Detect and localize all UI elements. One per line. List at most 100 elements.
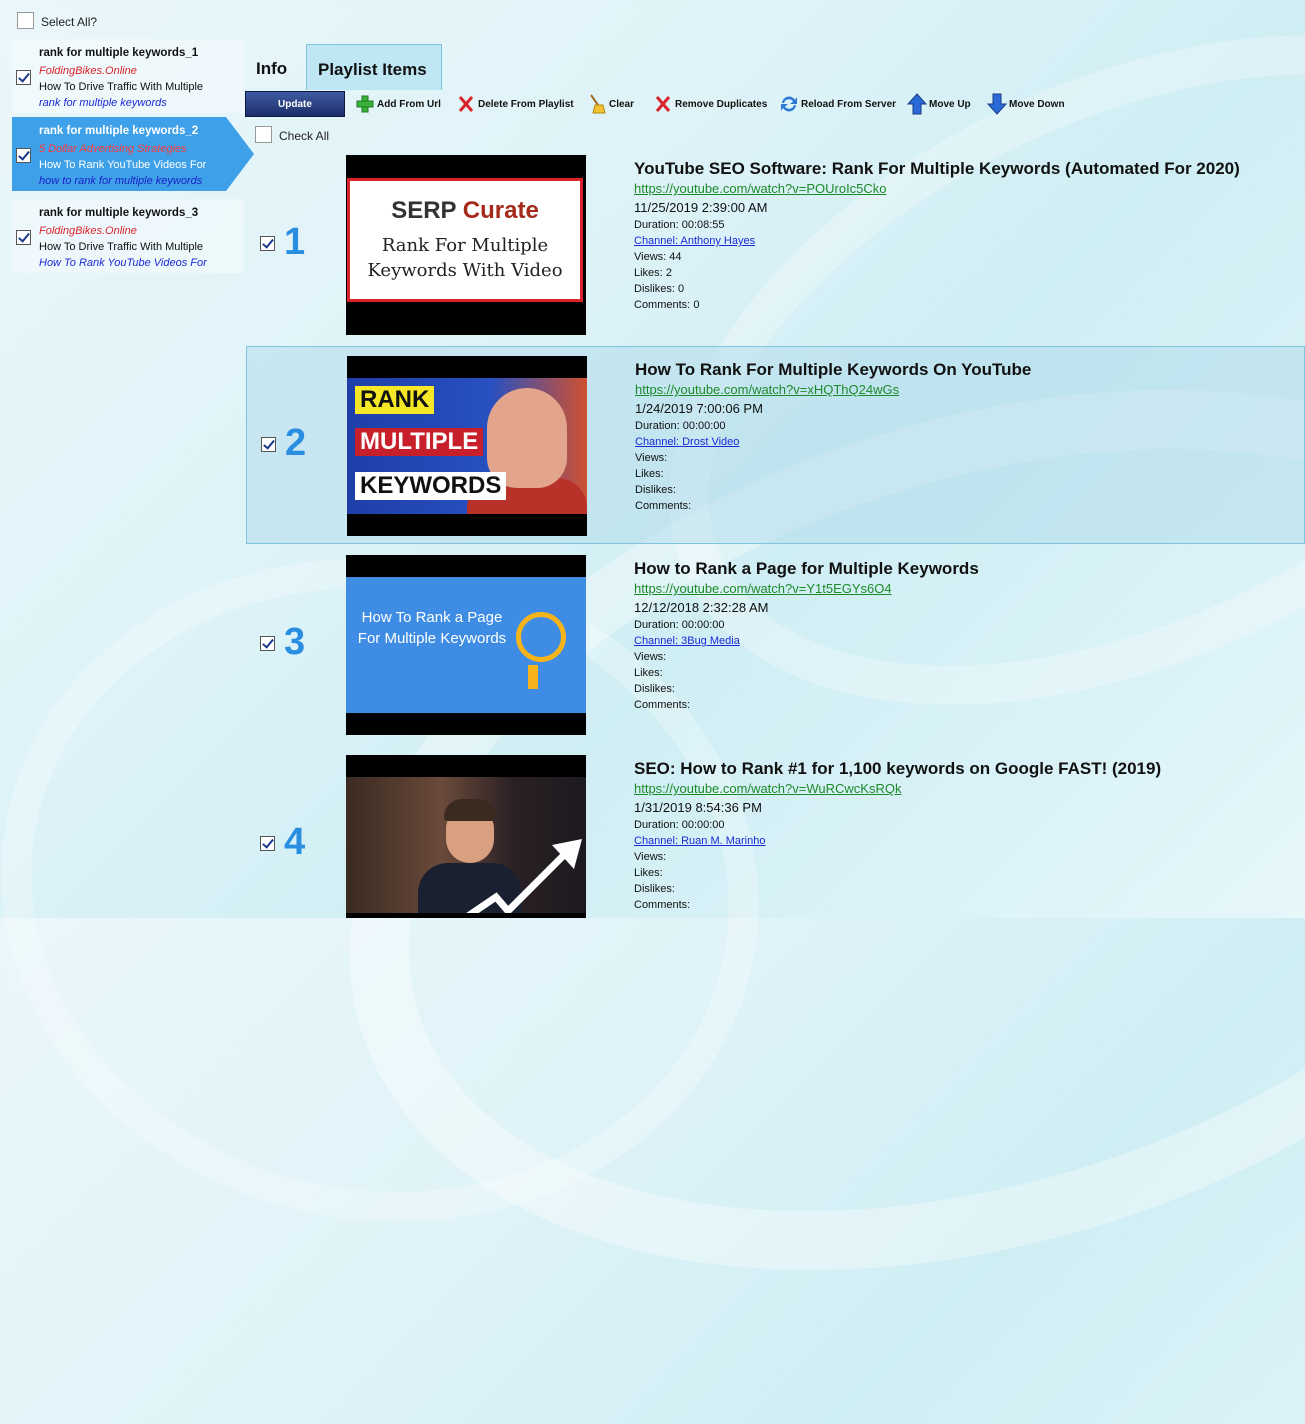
video-url-link[interactable]: https://youtube.com/watch?v=POUroIc5Cko [634,181,887,196]
playlist-channel: 5 Dollar Advertising Strategies [39,143,187,155]
playlist-item[interactable]: rank for multiple keywords_3 FoldingBike… [12,199,244,273]
video-duration: Duration: 00:00:00 [634,619,725,631]
remove-icon [655,96,671,112]
reload-from-server-label: Reload From Server [801,99,897,110]
playlist-title: rank for multiple keywords_1 [39,47,199,59]
video-title: How To Rank For Multiple Keywords On You… [635,360,1032,379]
trend-arrow-icon [466,839,582,913]
thumb-serp-text: SERP [391,197,457,224]
video-dislikes: Dislikes: 0 [634,283,685,295]
video-views: Views: [634,651,667,663]
thumb-curate-text: Curate [462,197,539,224]
video-title: YouTube SEO Software: Rank For Multiple … [634,159,1240,178]
playlist-video: How To Drive Traffic With Multiple [39,241,204,253]
video-title: How to Rank a Page for Multiple Keywords [634,559,979,578]
thumb-line2: Keywords With Video [367,260,563,281]
video-channel-link[interactable]: Channel: Drost Video [635,436,739,448]
video-date: 1/31/2019 8:54:36 PM [634,800,762,815]
playlist-video-row[interactable]: 1 SERP Curate Rank For Multiple Keywords … [246,146,1305,344]
move-down-label: Move Down [1009,99,1065,110]
video-channel-link[interactable]: Channel: 3Bug Media [634,635,740,647]
video-checkbox[interactable] [260,836,275,851]
video-url-link[interactable]: https://youtube.com/watch?v=Y1t5EGYs6O4 [634,581,892,596]
video-dislikes: Dislikes: [635,484,676,496]
playlist-checkbox[interactable] [16,70,31,85]
video-comments: Comments: 0 [634,299,700,311]
thumb-line1: Rank For Multiple [381,235,549,256]
video-checkbox[interactable] [260,636,275,651]
update-button[interactable]: Update [245,91,345,117]
playlist-channel: FoldingBikes.Online [39,225,137,237]
video-comments: Comments: [634,699,691,711]
video-likes: Likes: [634,867,663,879]
video-number: 1 [284,221,306,263]
playlist-keyword: rank for multiple keywords [39,97,167,109]
playlist-video: How To Rank YouTube Videos For [39,159,207,171]
playlist-keyword: How To Rank YouTube Videos For [39,257,207,269]
reload-icon [781,96,797,112]
video-dislikes: Dislikes: [634,683,675,695]
video-views: Views: [634,851,667,863]
clear-label: Clear [609,99,635,110]
playlist-title: rank for multiple keywords_2 [39,125,199,137]
video-number: 3 [284,621,306,663]
playlist-checkbox[interactable] [16,230,31,245]
playlist-video-row[interactable]: 4 SEO: How to Rank #1 for 1,100 keywords… [246,746,1305,918]
video-url-link[interactable]: https://youtube.com/watch?v=xHQThQ24wGs [635,382,899,397]
video-likes: Likes: 2 [634,267,672,279]
video-dislikes: Dislikes: [634,883,675,895]
video-url-link[interactable]: https://youtube.com/watch?v=WuRCwcKsRQk [634,781,901,796]
check-all-label: Check All [279,129,330,143]
thumb-keywords-word: KEYWORDS [355,472,507,500]
remove-duplicates-label: Remove Duplicates [675,99,768,110]
playlist-video: How To Drive Traffic With Multiple [39,81,204,93]
video-checkbox[interactable] [260,236,275,251]
video-thumbnail[interactable]: How To Rank a Page For Multiple Keywords [346,555,586,735]
playlist-keyword: how to rank for multiple keywords [39,175,203,187]
video-channel-link[interactable]: Channel: Ruan M. Marinho [634,835,765,847]
video-thumbnail[interactable]: SERP Curate Rank For Multiple Keywords Wi… [346,155,586,335]
video-thumbnail[interactable]: RANK MULTIPLE KEYWORDS [347,356,587,536]
playlist-checkbox[interactable] [16,148,31,163]
video-likes: Likes: [634,667,663,679]
video-checkbox[interactable] [261,437,276,452]
magnifier-icon [516,612,566,662]
playlist-item-selected[interactable]: rank for multiple keywords_2 5 Dollar Ad… [12,117,254,191]
move-up-label: Move Up [929,99,971,110]
playlist-channel: FoldingBikes.Online [39,65,137,77]
check-all-checkbox[interactable] [255,126,272,143]
tab-info[interactable]: Info [246,44,306,90]
add-from-url-label: Add From Url [377,99,441,110]
video-channel-link[interactable]: Channel: Anthony Hayes [634,235,755,247]
delete-icon [458,96,474,112]
video-duration: Duration: 00:08:55 [634,219,725,231]
tab-playlist-items[interactable]: Playlist Items [306,44,442,90]
video-date: 1/24/2019 7:00:06 PM [635,401,763,416]
add-icon [356,95,374,113]
video-title: SEO: How to Rank #1 for 1,100 keywords o… [634,759,1162,778]
select-all-label: Select All? [41,15,98,29]
video-likes: Likes: [635,468,664,480]
playlist-video-row-selected[interactable]: 2 RANK MULTIPLE KEYWORDS How To Rank For… [246,346,1305,544]
video-comments: Comments: [634,899,691,911]
arrow-up-icon [907,93,927,115]
arrow-down-icon [987,93,1007,115]
playlist-video-row[interactable]: 3 How To Rank a Page For Multiple Keywor… [246,546,1305,744]
playlist-item[interactable]: rank for multiple keywords_1 FoldingBike… [12,39,244,113]
video-number: 2 [285,422,307,464]
video-views: Views: [635,452,668,464]
video-date: 11/25/2019 2:39:00 AM [634,200,768,215]
thumb-text: How To Rank a Page For Multiple Keywords [357,609,507,647]
video-date: 12/12/2018 2:32:28 AM [634,600,769,615]
delete-from-playlist-label: Delete From Playlist [478,99,574,110]
thumb-multiple-word: MULTIPLE [355,428,484,456]
video-duration: Duration: 00:00:00 [634,819,725,831]
video-number: 4 [284,821,306,863]
select-all-checkbox[interactable] [17,12,34,29]
playlist-title: rank for multiple keywords_3 [39,207,199,219]
video-comments: Comments: [635,500,692,512]
video-duration: Duration: 00:00:00 [635,420,726,432]
broom-icon [590,94,606,114]
video-views: Views: 44 [634,251,682,263]
video-thumbnail[interactable] [346,755,586,918]
